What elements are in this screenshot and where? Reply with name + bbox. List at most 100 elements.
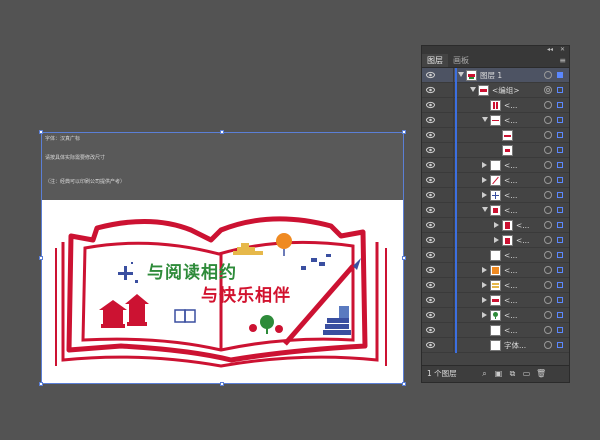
handle-bm[interactable]	[220, 382, 224, 386]
selection-indicator[interactable]	[557, 132, 563, 138]
target-icon[interactable]	[544, 146, 552, 154]
lock-toggle[interactable]	[440, 128, 454, 143]
selection-indicator[interactable]	[557, 87, 563, 93]
layer-name[interactable]: <...	[504, 188, 517, 203]
layer-name[interactable]: <...	[516, 233, 529, 248]
target-icon[interactable]	[544, 341, 552, 349]
layer-row[interactable]	[422, 143, 569, 158]
expand-right-icon[interactable]	[482, 192, 487, 198]
selection-indicator[interactable]	[557, 327, 563, 333]
book-artwork[interactable]: 与阅读相约 与快乐相伴	[41, 200, 404, 384]
layer-row[interactable]	[422, 128, 569, 143]
lock-toggle[interactable]	[440, 338, 454, 353]
layer-row[interactable]: <...	[422, 278, 569, 293]
visibility-eye-icon[interactable]	[426, 191, 435, 199]
visibility-eye-icon[interactable]	[426, 146, 435, 154]
expand-down-icon[interactable]	[458, 72, 464, 77]
visibility-eye-icon[interactable]	[426, 326, 435, 334]
layer-name[interactable]: <...	[504, 293, 517, 308]
handle-tl[interactable]	[39, 130, 43, 134]
target-icon[interactable]	[544, 116, 552, 124]
lock-toggle[interactable]	[440, 188, 454, 203]
target-icon[interactable]	[544, 266, 552, 274]
visibility-eye-icon[interactable]	[426, 296, 435, 304]
target-icon[interactable]	[544, 281, 552, 289]
visibility-eye-icon[interactable]	[426, 281, 435, 289]
visibility-eye-icon[interactable]	[426, 221, 435, 229]
target-icon[interactable]	[544, 296, 552, 304]
target-icon[interactable]	[544, 221, 552, 229]
selection-indicator[interactable]	[557, 237, 563, 243]
handle-mr[interactable]	[402, 256, 406, 260]
selection-indicator[interactable]	[557, 297, 563, 303]
layer-row[interactable]: 字体...	[422, 338, 569, 353]
expand-down-icon[interactable]	[470, 87, 476, 92]
layer-row[interactable]: <...	[422, 188, 569, 203]
layer-name[interactable]: <...	[504, 158, 517, 173]
target-icon[interactable]	[544, 311, 552, 319]
expand-right-icon[interactable]	[494, 222, 499, 228]
selection-indicator[interactable]	[557, 177, 563, 183]
layer-row-main[interactable]: 图层 1	[422, 68, 569, 83]
handle-tm[interactable]	[220, 130, 224, 134]
lock-toggle[interactable]	[440, 113, 454, 128]
visibility-eye-icon[interactable]	[426, 71, 435, 79]
layer-name[interactable]: 字体...	[504, 338, 526, 353]
handle-br[interactable]	[402, 382, 406, 386]
layer-row[interactable]: <...	[422, 98, 569, 113]
lock-toggle[interactable]	[440, 158, 454, 173]
selection-indicator[interactable]	[557, 342, 563, 348]
lock-toggle[interactable]	[440, 218, 454, 233]
selection-indicator[interactable]	[557, 312, 563, 318]
layer-name[interactable]: <...	[504, 173, 517, 188]
layer-row[interactable]: <...	[422, 248, 569, 263]
target-icon[interactable]	[544, 176, 552, 184]
expand-down-icon[interactable]	[482, 117, 488, 122]
visibility-eye-icon[interactable]	[426, 131, 435, 139]
layer-name[interactable]: <...	[504, 113, 517, 128]
selection-indicator[interactable]	[557, 102, 563, 108]
selection-indicator[interactable]	[557, 267, 563, 273]
visibility-eye-icon[interactable]	[426, 176, 435, 184]
font-note[interactable]: 字体：汉真广标	[45, 135, 80, 142]
layer-name[interactable]: <...	[504, 203, 517, 218]
layer-name[interactable]: <...	[516, 218, 529, 233]
target-icon[interactable]	[544, 206, 552, 214]
selection-indicator[interactable]	[557, 252, 563, 258]
size-note[interactable]: 请按具体实际需要修改尺寸	[45, 154, 105, 161]
visibility-eye-icon[interactable]	[426, 311, 435, 319]
visibility-eye-icon[interactable]	[426, 86, 435, 94]
layer-name[interactable]: <...	[504, 263, 517, 278]
selection-indicator[interactable]	[557, 117, 563, 123]
target-icon[interactable]	[544, 326, 552, 334]
tab-artboards[interactable]: 画板	[448, 54, 474, 67]
target-icon[interactable]	[544, 251, 552, 259]
selection-indicator[interactable]	[557, 222, 563, 228]
lock-toggle[interactable]	[440, 263, 454, 278]
lock-toggle[interactable]	[440, 308, 454, 323]
handle-tr[interactable]	[402, 130, 406, 134]
selection-indicator[interactable]	[557, 192, 563, 198]
layer-name[interactable]: <...	[504, 323, 517, 338]
target-icon[interactable]	[544, 71, 552, 79]
layer-name[interactable]: <...	[504, 98, 517, 113]
expand-right-icon[interactable]	[494, 237, 499, 243]
visibility-eye-icon[interactable]	[426, 101, 435, 109]
expand-right-icon[interactable]	[482, 267, 487, 273]
print-note[interactable]: （注：经典可以印刷公司提供产考）	[45, 178, 125, 185]
lock-toggle[interactable]	[440, 143, 454, 158]
selection-indicator[interactable]	[557, 147, 563, 153]
target-icon[interactable]	[544, 101, 552, 109]
close-icon[interactable]: ✕	[560, 46, 565, 54]
expand-down-icon[interactable]	[482, 207, 488, 212]
expand-right-icon[interactable]	[482, 297, 487, 303]
target-icon[interactable]	[544, 86, 552, 94]
lock-toggle[interactable]	[440, 98, 454, 113]
layer-row[interactable]: <...	[422, 233, 569, 248]
tab-layers[interactable]: 图层	[422, 54, 448, 67]
lock-toggle[interactable]	[440, 323, 454, 338]
lock-toggle[interactable]	[440, 248, 454, 263]
layer-row[interactable]: <...	[422, 308, 569, 323]
layer-row[interactable]: <...	[422, 203, 569, 218]
layer-row[interactable]: <...	[422, 173, 569, 188]
